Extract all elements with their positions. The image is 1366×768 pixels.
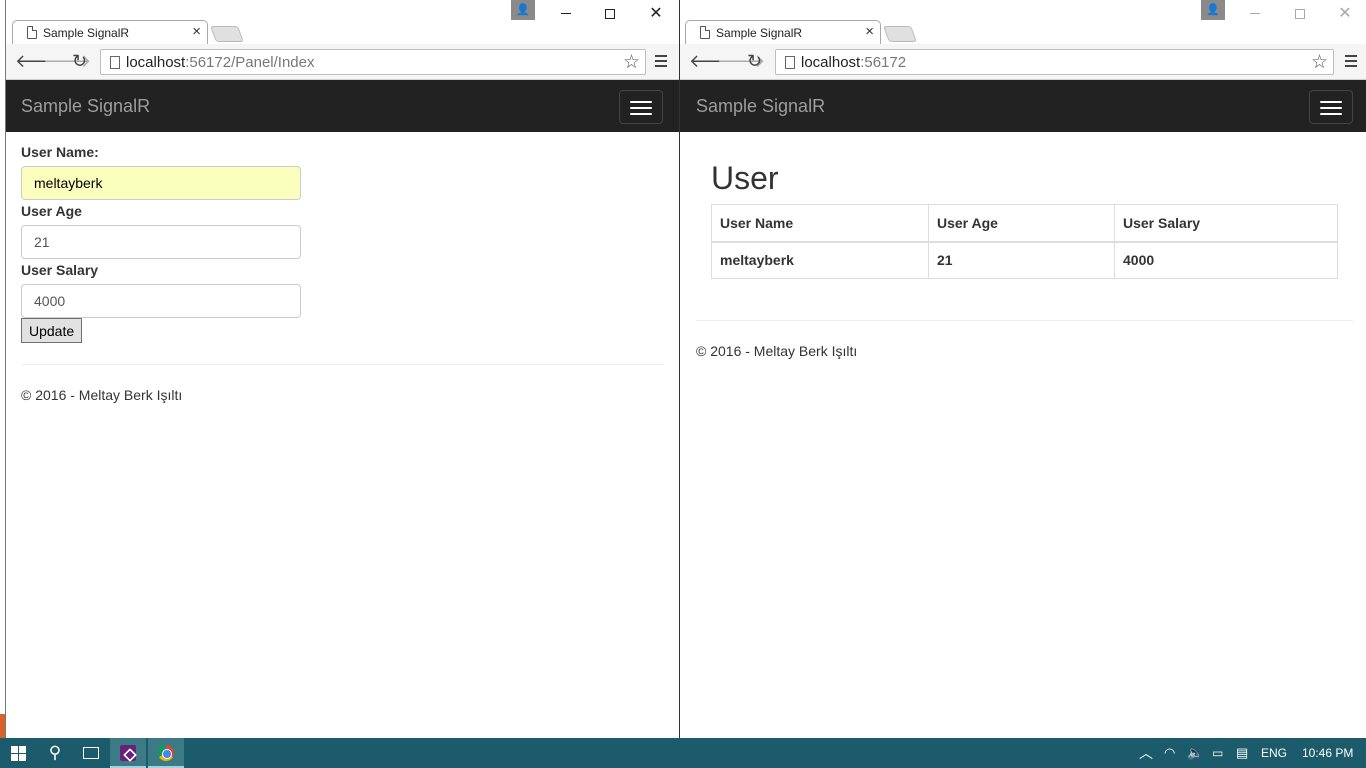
navbar-toggle-button[interactable] xyxy=(1309,90,1353,124)
clock[interactable]: 10:46 PM xyxy=(1302,738,1353,768)
visual-studio-taskbar-button[interactable] xyxy=(110,738,146,768)
url-text: localhost:56172 xyxy=(801,54,907,71)
navbar-brand[interactable]: Sample SignalR xyxy=(21,96,150,117)
volume-icon[interactable]: 🔈 xyxy=(1187,738,1203,768)
visual-studio-icon xyxy=(120,745,136,761)
column-header: User Name xyxy=(711,204,929,243)
windows-logo-icon xyxy=(11,746,26,761)
title-bar[interactable]: Sample SignalR × 👤 ✕ xyxy=(680,0,1366,45)
bookmark-star-icon[interactable]: ☆ xyxy=(623,51,640,74)
column-header: User Age xyxy=(928,204,1115,243)
age-input[interactable] xyxy=(21,225,301,259)
close-window-button[interactable]: ✕ xyxy=(1331,4,1359,24)
table-row: meltayberk 21 4000 xyxy=(711,241,1338,279)
site-navbar: Sample SignalR xyxy=(6,80,679,132)
profile-icon[interactable]: 👤 xyxy=(511,0,535,20)
notifications-icon[interactable]: ▤ xyxy=(1236,738,1248,768)
wifi-icon[interactable]: ◠ xyxy=(1164,738,1175,768)
search-icon[interactable]: ⚲ xyxy=(38,738,72,768)
column-header: User Salary xyxy=(1114,204,1338,243)
start-button[interactable] xyxy=(0,738,36,768)
cell-salary: 4000 xyxy=(1114,241,1338,279)
browser-menu-icon[interactable] xyxy=(1345,55,1357,70)
salary-label: User Salary xyxy=(21,262,99,278)
minimize-button[interactable] xyxy=(1241,4,1269,24)
page-icon xyxy=(110,56,120,69)
page-content: User Name: User Age User Salary Update ©… xyxy=(6,132,679,738)
new-tab-button[interactable] xyxy=(210,26,244,42)
taskbar: ⚲ ︿ ◠ 🔈 ▭ ▤ ENG 10:46 PM xyxy=(0,738,1366,768)
cell-age: 21 xyxy=(928,241,1115,279)
bookmark-star-icon[interactable]: ☆ xyxy=(1311,51,1328,74)
username-input[interactable] xyxy=(21,166,301,200)
browser-menu-icon[interactable] xyxy=(655,55,667,70)
battery-icon[interactable]: ▭ xyxy=(1212,738,1223,768)
address-bar[interactable]: localhost:56172/Panel/Index ☆ xyxy=(100,49,646,75)
page-icon xyxy=(700,26,710,39)
page-icon xyxy=(785,56,795,69)
browser-window-panel: Sample SignalR × 👤 ✕ 🡐 🡒 ↻ localhost:561… xyxy=(5,0,680,738)
table-header-row: User Name User Age User Salary xyxy=(711,204,1338,243)
close-tab-icon[interactable]: × xyxy=(192,23,201,40)
navbar-toggle-button[interactable] xyxy=(619,90,663,124)
user-table: User Name User Age User Salary meltayber… xyxy=(711,204,1338,279)
reload-icon[interactable]: ↻ xyxy=(72,52,87,70)
new-tab-button[interactable] xyxy=(883,26,917,42)
username-label: User Name: xyxy=(21,144,99,160)
page-content: User User Name User Age User Salary melt… xyxy=(680,132,1366,738)
navbar-brand[interactable]: Sample SignalR xyxy=(696,96,825,117)
age-label: User Age xyxy=(21,203,82,219)
footer-text: © 2016 - Meltay Berk Işıltı xyxy=(21,387,183,403)
page-title: User xyxy=(711,160,779,196)
browser-toolbar: 🡐 🡒 ↻ localhost:56172 ☆ xyxy=(680,44,1366,80)
chrome-taskbar-button[interactable] xyxy=(148,738,184,768)
close-window-button[interactable]: ✕ xyxy=(642,4,670,24)
title-bar[interactable]: Sample SignalR × 👤 ✕ xyxy=(6,0,679,45)
update-button[interactable]: Update xyxy=(21,318,83,343)
url-text: localhost:56172/Panel/Index xyxy=(126,54,315,71)
tab-title: Sample SignalR xyxy=(716,26,803,40)
task-view-icon[interactable] xyxy=(74,738,108,768)
browser-window-home: Sample SignalR × 👤 ✕ 🡐 🡒 ↻ localhost:561… xyxy=(680,0,1366,738)
reload-icon[interactable]: ↻ xyxy=(747,52,762,70)
maximize-button[interactable] xyxy=(596,4,624,24)
minimize-button[interactable] xyxy=(552,4,580,24)
page-icon xyxy=(27,26,37,39)
footer-text: © 2016 - Meltay Berk Işıltı xyxy=(696,343,858,359)
cell-username: meltayberk xyxy=(711,241,929,279)
close-tab-icon[interactable]: × xyxy=(865,23,874,40)
divider xyxy=(21,364,664,365)
divider xyxy=(696,320,1353,321)
tab-title: Sample SignalR xyxy=(43,26,130,40)
profile-icon[interactable]: 👤 xyxy=(1201,0,1225,20)
maximize-button[interactable] xyxy=(1286,4,1314,24)
salary-input[interactable] xyxy=(21,284,301,318)
chrome-icon xyxy=(158,745,174,761)
browser-tab[interactable]: Sample SignalR × xyxy=(12,20,208,45)
address-bar[interactable]: localhost:56172 ☆ xyxy=(775,49,1334,75)
site-navbar: Sample SignalR xyxy=(680,80,1366,132)
language-indicator[interactable]: ENG xyxy=(1261,738,1287,768)
browser-tab[interactable]: Sample SignalR × xyxy=(685,20,881,45)
show-hidden-icons-chevron-icon[interactable]: ︿ xyxy=(1139,738,1153,768)
browser-toolbar: 🡐 🡒 ↻ localhost:56172/Panel/Index ☆ xyxy=(6,44,679,80)
